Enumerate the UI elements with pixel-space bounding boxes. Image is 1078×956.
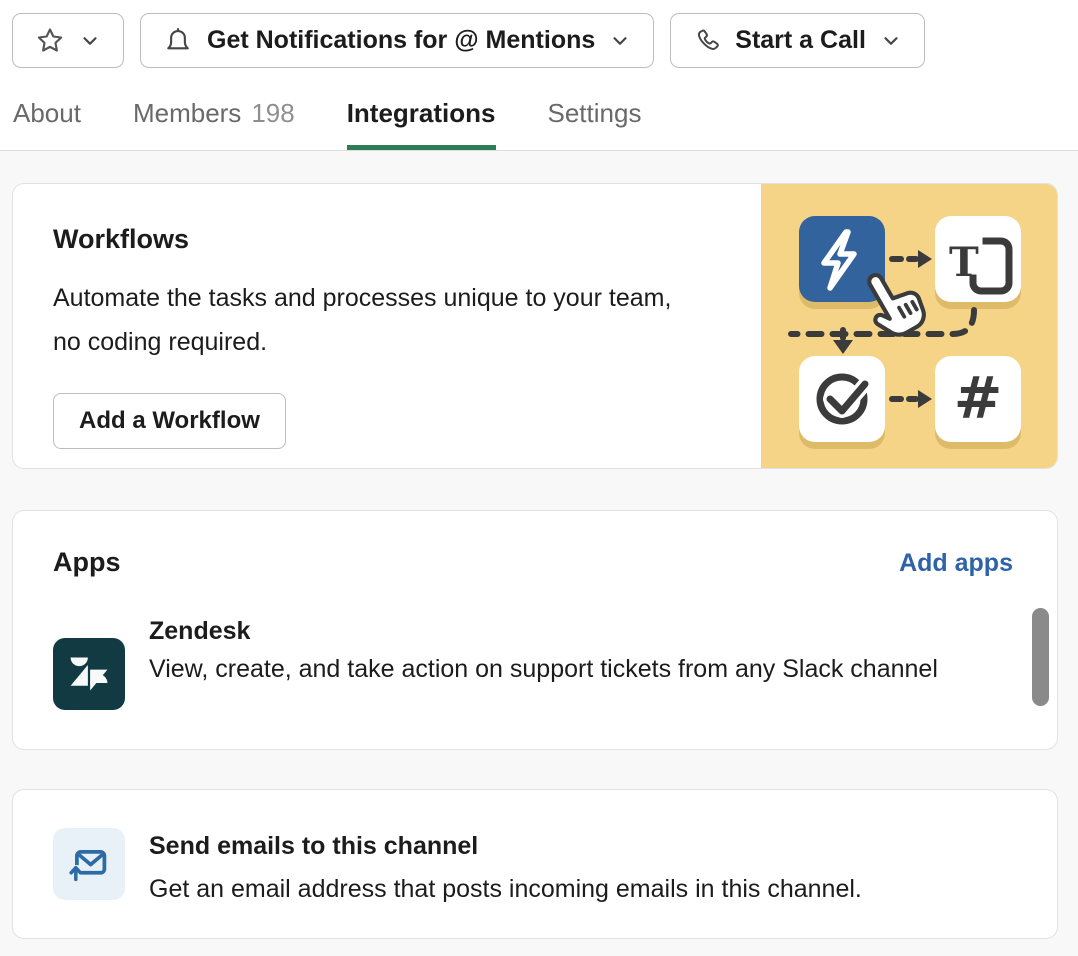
notifications-button-label: Get Notifications for @ Mentions (207, 26, 595, 55)
chevron-down-icon (609, 30, 631, 52)
start-call-button-label: Start a Call (735, 26, 866, 55)
tab-members[interactable]: Members 198 (133, 98, 295, 150)
tab-settings[interactable]: Settings (548, 98, 642, 150)
send-emails-description: Get an email address that posts incoming… (149, 869, 862, 909)
app-row-zendesk[interactable]: Zendesk View, create, and take action on… (53, 602, 1013, 710)
phone-icon (693, 27, 721, 55)
star-channel-button[interactable] (12, 13, 124, 68)
channel-hash-tile: # (935, 356, 1021, 442)
workflows-description: Automate the tasks and processes unique … (53, 276, 673, 364)
send-emails-title: Send emails to this channel (149, 828, 862, 864)
members-count: 198 (251, 98, 294, 128)
chevron-down-icon (79, 30, 101, 52)
tab-about-label: About (13, 98, 81, 128)
add-apps-link[interactable]: Add apps (899, 549, 1013, 578)
app-name: Zendesk (149, 616, 938, 646)
channel-detail-tabs: About Members 198 Integrations Settings (12, 98, 1066, 150)
workflow-illustration: T (761, 184, 1057, 468)
start-call-button[interactable]: Start a Call (670, 13, 925, 68)
notifications-button[interactable]: Get Notifications for @ Mentions (140, 13, 654, 68)
tab-settings-label: Settings (548, 98, 642, 128)
tab-about[interactable]: About (13, 98, 81, 150)
add-workflow-button[interactable]: Add a Workflow (53, 393, 286, 449)
tab-members-label: Members (133, 98, 241, 128)
workflows-title: Workflows (53, 224, 761, 255)
bell-icon (163, 26, 193, 56)
apps-scrollbar-thumb[interactable] (1032, 608, 1049, 706)
toolbar: Get Notifications for @ Mentions Start a… (12, 13, 1066, 68)
workflows-card: Workflows Automate the tasks and process… (12, 183, 1058, 469)
chevron-down-icon (880, 30, 902, 52)
send-emails-card[interactable]: Send emails to this channel Get an email… (12, 789, 1058, 939)
apps-title: Apps (53, 547, 121, 578)
svg-text:#: # (954, 364, 1003, 432)
check-circle-tile (799, 356, 885, 442)
channel-header: Get Notifications for @ Mentions Start a… (0, 0, 1078, 151)
tab-integrations-label: Integrations (347, 98, 496, 128)
star-icon (35, 26, 65, 56)
tab-integrations[interactable]: Integrations (347, 98, 496, 150)
apps-card: Apps Add apps Zendesk View, create, and … (12, 510, 1058, 750)
incoming-email-icon (53, 828, 125, 900)
apps-list: Zendesk View, create, and take action on… (53, 602, 1013, 716)
app-description: View, create, and take action on support… (149, 647, 938, 691)
integrations-panel: Workflows Automate the tasks and process… (0, 151, 1078, 939)
text-snippet-tile: T (935, 216, 1021, 302)
workflows-card-content: Workflows Automate the tasks and process… (13, 184, 761, 468)
zendesk-logo (53, 638, 125, 710)
